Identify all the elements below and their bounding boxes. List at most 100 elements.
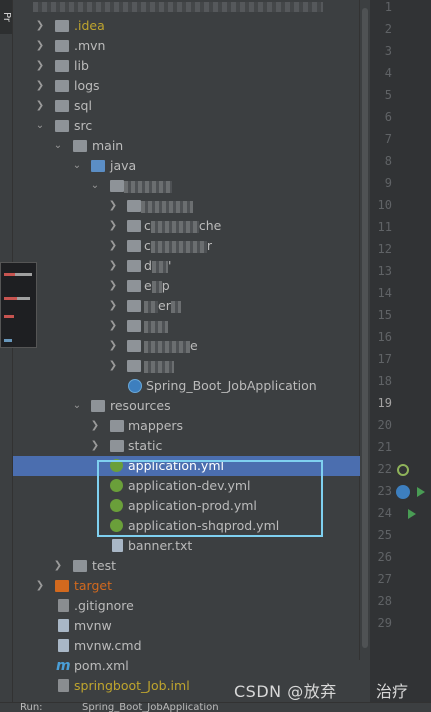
tree-item-label: main [92, 138, 124, 153]
preview-line [4, 315, 14, 318]
chevron-right-icon[interactable]: ❯ [35, 16, 45, 36]
chevron-right-icon[interactable]: ❯ [35, 576, 45, 596]
folder-icon [55, 80, 69, 92]
search-config-icon[interactable] [397, 464, 409, 476]
chevron-right-icon[interactable]: ❯ [108, 316, 118, 336]
preview-line [4, 297, 30, 300]
tree-item-package[interactable]: ❯ e [13, 336, 360, 356]
tree-item-logs[interactable]: ❯ logs [13, 76, 360, 96]
tree-item-label: target [74, 578, 113, 593]
gitignore-file-icon [58, 599, 69, 612]
watermark-text: 治疗 [376, 682, 409, 701]
line-number: 26 [377, 550, 392, 564]
chevron-right-icon[interactable]: ❯ [108, 256, 118, 276]
tree-item-root-package[interactable]: ⌄ [13, 176, 360, 196]
package-icon [127, 240, 141, 252]
tree-item-idea[interactable]: ❯ .idea [13, 16, 360, 36]
panel-scrollbar[interactable] [359, 0, 370, 660]
tree-item-package[interactable]: ❯ [13, 196, 360, 216]
run-icon[interactable] [408, 509, 416, 519]
chevron-right-icon[interactable]: ❯ [35, 96, 45, 116]
chevron-right-icon[interactable]: ❯ [108, 216, 118, 236]
tree-item-package[interactable]: ❯ ep [13, 276, 360, 296]
chevron-right-icon[interactable]: ❯ [108, 296, 118, 316]
tree-item-spring-boot-job-application[interactable]: Spring_Boot_JobApplication [13, 376, 360, 396]
package-icon [110, 180, 124, 192]
tree-item-banner-txt[interactable]: banner.txt [13, 536, 360, 556]
folder-icon [55, 60, 69, 72]
scrollbar-thumb[interactable] [362, 8, 368, 648]
chevron-down-icon[interactable]: ⌄ [72, 396, 82, 416]
source-folder-icon [91, 160, 105, 172]
chevron-right-icon[interactable]: ❯ [35, 76, 45, 96]
tree-item-src[interactable]: ⌄ src [13, 116, 360, 136]
tree-item-package[interactable]: ❯ c r [13, 236, 360, 256]
tree-item-main[interactable]: ⌄ main [13, 136, 360, 156]
tree-item-mvnw-cmd[interactable]: mvnw.cmd [13, 636, 360, 656]
tree-item-package[interactable]: ❯ er [13, 296, 360, 316]
spring-boot-gutter-icon[interactable] [396, 485, 410, 499]
package-icon [127, 220, 141, 232]
tree-item-label: resources [110, 398, 171, 413]
chevron-down-icon[interactable]: ⌄ [90, 176, 100, 196]
chevron-down-icon[interactable]: ⌄ [35, 116, 45, 136]
line-number: 19 [377, 396, 392, 410]
run-icon[interactable] [417, 487, 425, 497]
chevron-right-icon[interactable]: ❯ [53, 556, 63, 576]
tree-item-test[interactable]: ❯ test [13, 556, 360, 576]
package-icon [127, 300, 141, 312]
tree-item-resources[interactable]: ⌄ resources [13, 396, 360, 416]
tree-item-lib[interactable]: ❯ lib [13, 56, 360, 76]
tree-item-gitignore[interactable]: .gitignore [13, 596, 360, 616]
tree-item-mappers[interactable]: ❯ mappers [13, 416, 360, 436]
chevron-down-icon[interactable]: ⌄ [53, 136, 63, 156]
line-number: 1 [384, 0, 392, 14]
line-number: 2 [384, 22, 392, 36]
tree-item-package[interactable]: ❯ [13, 356, 360, 376]
chevron-right-icon[interactable]: ❯ [108, 336, 118, 356]
spring-boot-class-icon [128, 379, 142, 393]
tree-item-package[interactable]: ❯ [13, 316, 360, 336]
chevron-right-icon[interactable]: ❯ [90, 436, 100, 456]
line-number: 20 [377, 418, 392, 432]
tree-item-package[interactable]: ❯ d ' [13, 256, 360, 276]
line-number: 12 [377, 242, 392, 256]
line-number: 28 [377, 594, 392, 608]
chevron-right-icon[interactable]: ❯ [35, 36, 45, 56]
chevron-right-icon[interactable]: ❯ [108, 356, 118, 376]
tree-item-label-suffix: p [161, 278, 170, 293]
package-icon [127, 340, 141, 352]
tree-item-mvn[interactable]: ❯ .mvn [13, 36, 360, 56]
folder-icon [73, 140, 87, 152]
chevron-down-icon[interactable]: ⌄ [72, 156, 82, 176]
line-number: 3 [384, 44, 392, 58]
project-tool-tab[interactable]: Pr [0, 0, 12, 34]
chevron-right-icon[interactable]: ❯ [90, 416, 100, 436]
chevron-right-icon[interactable]: ❯ [35, 56, 45, 76]
annotation-highlight-box [97, 460, 323, 537]
tree-item-pom-xml[interactable]: m pom.xml [13, 656, 360, 676]
tree-item-java[interactable]: ⌄ java [13, 156, 360, 176]
preview-line [4, 339, 12, 342]
blurred-name [144, 360, 174, 373]
tree-item-sql[interactable]: ❯ sql [13, 96, 360, 116]
line-number: 13 [377, 264, 392, 278]
line-number: 23 [377, 484, 392, 498]
line-number: 8 [384, 154, 392, 168]
line-number: 27 [377, 572, 392, 586]
maven-icon: m [56, 658, 71, 674]
tree-item-static[interactable]: ❯ static [13, 436, 360, 456]
folder-icon [55, 40, 69, 52]
tree-item-label: c [144, 218, 151, 233]
tree-item-package[interactable]: ❯ c che [13, 216, 360, 236]
folder-icon [73, 560, 87, 572]
chevron-right-icon[interactable]: ❯ [108, 276, 118, 296]
chevron-right-icon[interactable]: ❯ [108, 236, 118, 256]
chevron-right-icon[interactable]: ❯ [108, 196, 118, 216]
line-number: 24 [377, 506, 392, 520]
line-number: 9 [384, 176, 392, 190]
line-number: 4 [384, 66, 392, 80]
line-number: 17 [377, 352, 392, 366]
tree-item-target[interactable]: ❯ target [13, 576, 360, 596]
tree-item-mvnw[interactable]: mvnw [13, 616, 360, 636]
